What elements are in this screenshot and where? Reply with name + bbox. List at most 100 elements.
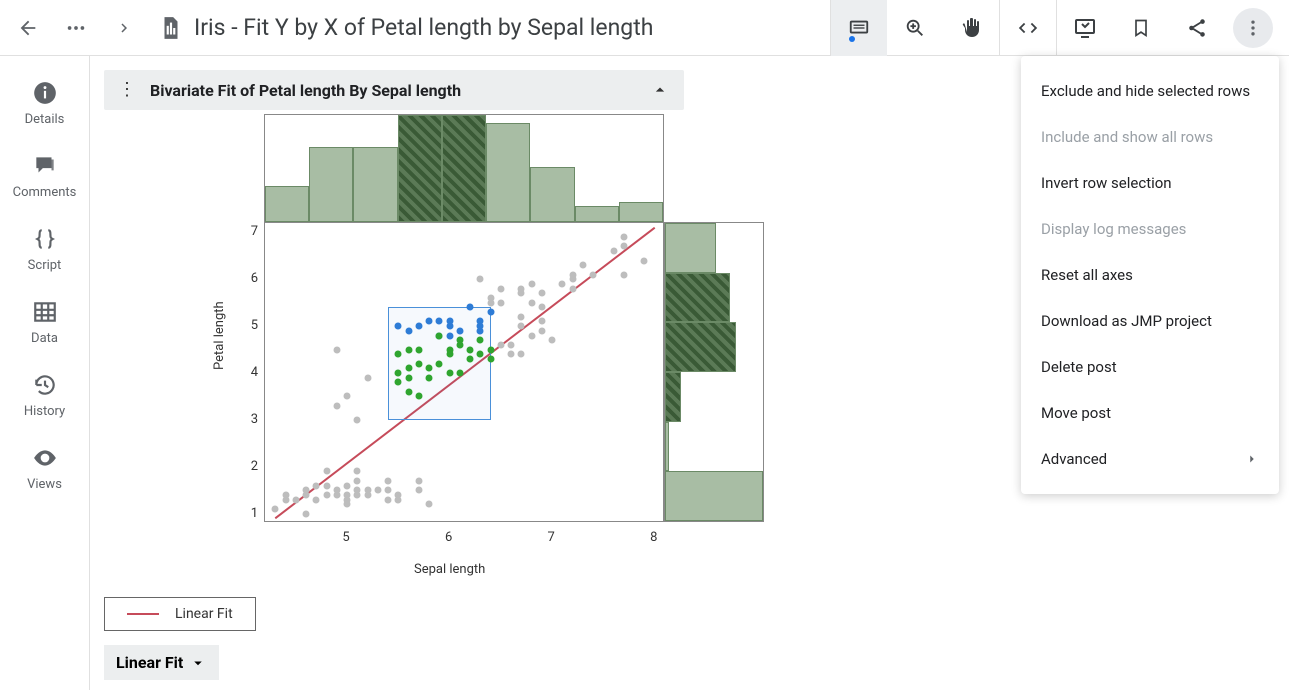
data-point[interactable] [467,355,474,362]
rail-item-script[interactable]: Script [0,216,89,289]
data-point[interactable] [528,280,535,287]
data-point[interactable] [323,491,330,498]
data-point[interactable] [508,341,515,348]
chevron-down-icon[interactable] [650,80,670,100]
histogram-bar[interactable] [665,322,736,372]
data-point[interactable] [385,477,392,484]
data-point[interactable] [456,327,463,334]
data-point[interactable] [395,496,402,503]
data-point[interactable] [620,234,627,241]
data-point[interactable] [508,351,515,358]
data-point[interactable] [559,280,566,287]
data-point[interactable] [395,351,402,358]
data-point[interactable] [528,332,535,339]
menu-item[interactable]: Delete post [1021,344,1279,390]
data-point[interactable] [415,487,422,494]
top-histogram[interactable] [264,114,664,222]
data-point[interactable] [385,496,392,503]
histogram-bar[interactable] [665,223,716,273]
data-point[interactable] [292,496,299,503]
histogram-bar[interactable] [530,167,574,222]
data-point[interactable] [415,360,422,367]
data-point[interactable] [344,393,351,400]
pan-tool[interactable] [943,0,999,56]
data-point[interactable] [405,388,412,395]
data-point[interactable] [272,505,279,512]
data-point[interactable] [538,318,545,325]
menu-item[interactable]: Move post [1021,390,1279,436]
rail-item-views[interactable]: Views [0,435,89,508]
data-point[interactable] [374,487,381,494]
data-point[interactable] [518,285,525,292]
data-point[interactable] [477,318,484,325]
data-point[interactable] [313,482,320,489]
scatter-plot[interactable] [264,222,664,522]
menu-item[interactable]: Reset all axes [1021,252,1279,298]
data-point[interactable] [323,468,330,475]
menu-item[interactable]: Invert row selection [1021,160,1279,206]
menu-item[interactable]: Exclude and hide selected rows [1021,68,1279,114]
data-point[interactable] [497,341,504,348]
data-point[interactable] [426,501,433,508]
data-point[interactable] [518,313,525,320]
data-point[interactable] [590,271,597,278]
data-point[interactable] [477,327,484,334]
more-button[interactable] [1233,8,1273,48]
rail-item-history[interactable]: History [0,362,89,435]
data-point[interactable] [620,243,627,250]
panel-menu-icon[interactable]: ⋮ [118,81,136,99]
data-point[interactable] [415,477,422,484]
data-point[interactable] [344,482,351,489]
data-point[interactable] [549,337,556,344]
histogram-bar[interactable] [665,471,763,521]
histogram-bar[interactable] [619,202,663,222]
histogram-bar[interactable] [665,372,681,422]
histogram-bar[interactable] [265,186,309,222]
annotate-tool[interactable] [831,0,887,56]
rail-item-data[interactable]: Data [0,289,89,362]
data-point[interactable] [641,257,648,264]
data-point[interactable] [333,346,340,353]
data-point[interactable] [323,482,330,489]
data-point[interactable] [354,487,361,494]
data-point[interactable] [426,365,433,372]
rail-item-comments[interactable]: Comments [0,143,89,216]
data-point[interactable] [415,323,422,330]
overflow-button[interactable] [56,8,96,48]
bookmark-button[interactable] [1113,0,1169,56]
data-point[interactable] [610,248,617,255]
data-point[interactable] [313,496,320,503]
data-point[interactable] [333,491,340,498]
present-button[interactable] [1057,0,1113,56]
data-point[interactable] [364,491,371,498]
histogram-bar[interactable] [398,115,442,222]
data-point[interactable] [528,299,535,306]
data-point[interactable] [405,374,412,381]
data-point[interactable] [446,332,453,339]
right-histogram[interactable] [664,222,764,522]
data-point[interactable] [569,276,576,283]
data-point[interactable] [467,346,474,353]
fit-dropdown[interactable]: Linear Fit [104,645,219,680]
data-point[interactable] [354,416,361,423]
histogram-bar[interactable] [575,206,619,222]
data-point[interactable] [426,374,433,381]
data-point[interactable] [579,262,586,269]
data-point[interactable] [303,510,310,517]
data-point[interactable] [405,327,412,334]
panel-header[interactable]: ⋮ Bivariate Fit of Petal length By Sepal… [104,70,684,110]
data-point[interactable] [497,285,504,292]
data-point[interactable] [395,323,402,330]
data-point[interactable] [344,496,351,503]
data-point[interactable] [364,374,371,381]
data-point[interactable] [487,346,494,353]
data-point[interactable] [456,341,463,348]
data-point[interactable] [477,276,484,283]
data-point[interactable] [487,299,494,306]
data-point[interactable] [415,393,422,400]
data-point[interactable] [620,271,627,278]
data-point[interactable] [538,327,545,334]
data-point[interactable] [518,323,525,330]
data-point[interactable] [333,402,340,409]
data-point[interactable] [436,360,443,367]
